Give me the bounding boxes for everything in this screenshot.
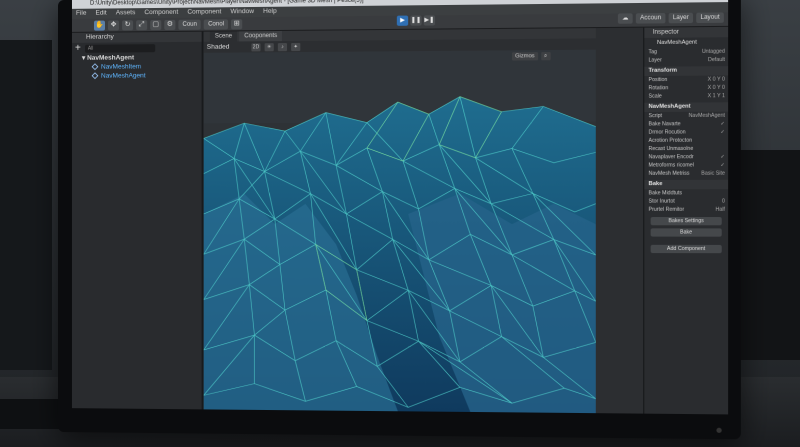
gameobject-icon — [91, 63, 99, 71]
agent-row: Bake Navarte ✓ — [648, 120, 725, 128]
layer-label: Layer — [648, 57, 662, 64]
hand-tool-icon[interactable]: ✋ — [93, 20, 105, 31]
add-component-button[interactable]: Add Component — [650, 244, 722, 254]
menu-gameobject[interactable]: Component — [144, 8, 178, 18]
layout-dropdown[interactable]: Layout — [696, 12, 724, 24]
menu-help[interactable]: Help — [263, 7, 277, 17]
gizmos-dropdown[interactable]: Gizmos — [511, 52, 538, 61]
menu-file[interactable]: File — [76, 9, 86, 19]
bake-row: Prurtel Remitor Half — [648, 206, 725, 213]
menu-assets[interactable]: Assets — [116, 8, 136, 18]
inspector-panel: Inspector NavMeshAgent Tag Untagged Laye… — [643, 26, 729, 415]
tag-dropdown[interactable]: Untagged — [702, 48, 725, 56]
scene-viewport-extension — [595, 27, 644, 414]
pause-icon[interactable]: ❚❚ — [410, 15, 422, 26]
bake-header[interactable]: Bake — [644, 179, 729, 190]
shading-mode-dropdown[interactable]: Shaded — [207, 43, 248, 51]
scene-panel: Scene Cooponents Shaded 2D ☀ ♪ ✦ Gizmos … — [203, 28, 596, 414]
inspector-title: Inspector — [644, 26, 729, 38]
hierarchy-search-input[interactable]: All — [84, 43, 156, 53]
lighting-icon[interactable]: ☀ — [264, 42, 274, 51]
agent-row: NavMesh Metriss Basic Site — [648, 170, 725, 177]
agent-row: Drmor Rocution ✓ — [648, 129, 725, 136]
agent-row: Acrotion Protocton — [648, 137, 693, 144]
monitor: D:\Unity\Desktop\Games\Unity\Project\Nav… — [58, 0, 741, 440]
right-toolbar: ☁ Accoun Layer Layout — [617, 12, 724, 24]
layer-dropdown[interactable]: Default — [708, 56, 725, 64]
move-tool-icon[interactable]: ✥ — [108, 19, 120, 31]
layers-dropdown[interactable]: Layer — [668, 12, 694, 24]
menu-component[interactable]: Component — [187, 7, 221, 17]
snap-icon[interactable]: ⊞ — [231, 18, 243, 29]
power-led — [716, 427, 722, 433]
pivot-toggle[interactable]: Coun — [178, 19, 202, 30]
tab-scene[interactable]: Scene — [209, 31, 238, 42]
hierarchy-item-child[interactable]: NavMeshAgent — [72, 71, 202, 81]
agent-row: Recast Unmasolne — [648, 145, 694, 153]
global-toggle[interactable]: Conol — [204, 18, 229, 30]
rotate-tool-icon[interactable]: ↻ — [122, 19, 134, 30]
bake-settings-button[interactable]: Bakes Settings — [650, 217, 722, 226]
rect-tool-icon[interactable]: ▢ — [150, 19, 162, 30]
2d-toggle-icon[interactable]: 2D — [251, 42, 261, 51]
search-icon[interactable]: ⌕ — [540, 52, 551, 61]
gizmos-toolbar: Gizmos ⌕ — [511, 52, 551, 61]
tab-components[interactable]: Cooponents — [239, 30, 283, 42]
play-icon[interactable]: ▶ — [396, 15, 409, 26]
keyboard — [0, 399, 60, 429]
gameobject-icon — [91, 72, 99, 80]
bake-row: Bake Middtuts — [648, 190, 683, 197]
play-controls: ▶ ❚❚ ▶❚ — [396, 15, 436, 26]
transform-tool-icon[interactable]: ⚙ — [164, 19, 176, 30]
agent-row: Script NavMeshAgent — [648, 112, 725, 120]
bake-row: Stor Inurtot 0 — [648, 198, 725, 205]
account-dropdown[interactable]: Accoun — [635, 13, 666, 24]
scale-tool-icon[interactable]: ⤢ — [136, 19, 148, 30]
menu-window[interactable]: Window — [230, 7, 253, 17]
background-monitor-left — [0, 40, 52, 370]
menu-edit[interactable]: Edit — [95, 8, 106, 18]
cloud-icon[interactable]: ☁ — [617, 13, 633, 24]
transform-row: Scale X 1 Y 1 — [648, 93, 725, 100]
hierarchy-panel: Hierarchy + All ▾ NavMeshAgent NavMeshIt… — [71, 31, 203, 410]
tag-label: Tag — [648, 49, 658, 56]
step-icon[interactable]: ▶❚ — [423, 15, 436, 26]
object-name-field[interactable]: NavMeshAgent — [644, 37, 728, 48]
navmesh-agent-header[interactable]: NavMeshAgent — [644, 102, 729, 113]
bake-button[interactable]: Bake — [650, 228, 722, 237]
audio-icon[interactable]: ♪ — [277, 42, 288, 51]
agent-row: Navaplaver Encodr ✓ — [648, 154, 725, 161]
agent-row: Metroforms ricomel ✓ — [648, 162, 725, 169]
effects-icon[interactable]: ✦ — [291, 42, 301, 51]
layer-row: Layer Default — [644, 56, 728, 65]
navmesh-wireframe — [203, 49, 596, 414]
add-icon[interactable]: + — [75, 42, 81, 53]
scene-viewport[interactable]: Gizmos ⌕ — [203, 49, 596, 414]
unity-editor-window: D:\Unity\Desktop\Games\Unity\Project\Nav… — [71, 0, 729, 415]
